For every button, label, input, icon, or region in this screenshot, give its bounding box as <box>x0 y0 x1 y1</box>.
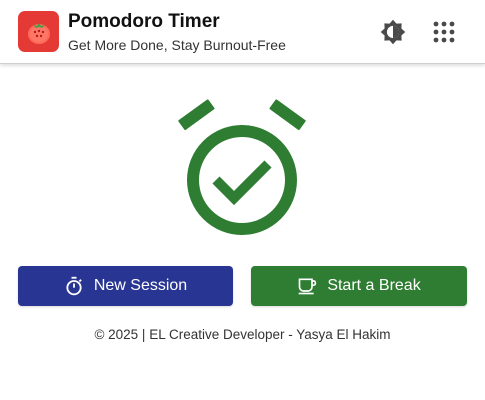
footer-copyright: © 2025 | EL Creative Developer - Yasya E… <box>94 327 391 342</box>
apps-grid-icon <box>433 21 455 43</box>
coffee-cup-icon <box>297 276 317 296</box>
app-title: Pomodoro Timer <box>68 11 220 32</box>
theme-toggle-button[interactable] <box>378 17 408 47</box>
brightness-icon <box>380 19 406 45</box>
start-break-button[interactable]: Start a Break <box>251 266 467 306</box>
app-subtitle: Get More Done, Stay Burnout-Free <box>68 37 286 53</box>
app-root: Pomodoro Timer Get More Done, Stay Burno… <box>0 0 485 400</box>
alarm-check-icon <box>172 98 312 238</box>
new-session-label: New Session <box>93 277 188 294</box>
tomato-icon <box>18 11 59 52</box>
apps-menu-button[interactable] <box>429 17 459 47</box>
start-break-label: Start a Break <box>327 277 421 294</box>
new-session-button[interactable]: New Session <box>18 266 233 306</box>
app-header: Pomodoro Timer Get More Done, Stay Burno… <box>0 0 485 64</box>
timer-icon <box>64 276 84 296</box>
